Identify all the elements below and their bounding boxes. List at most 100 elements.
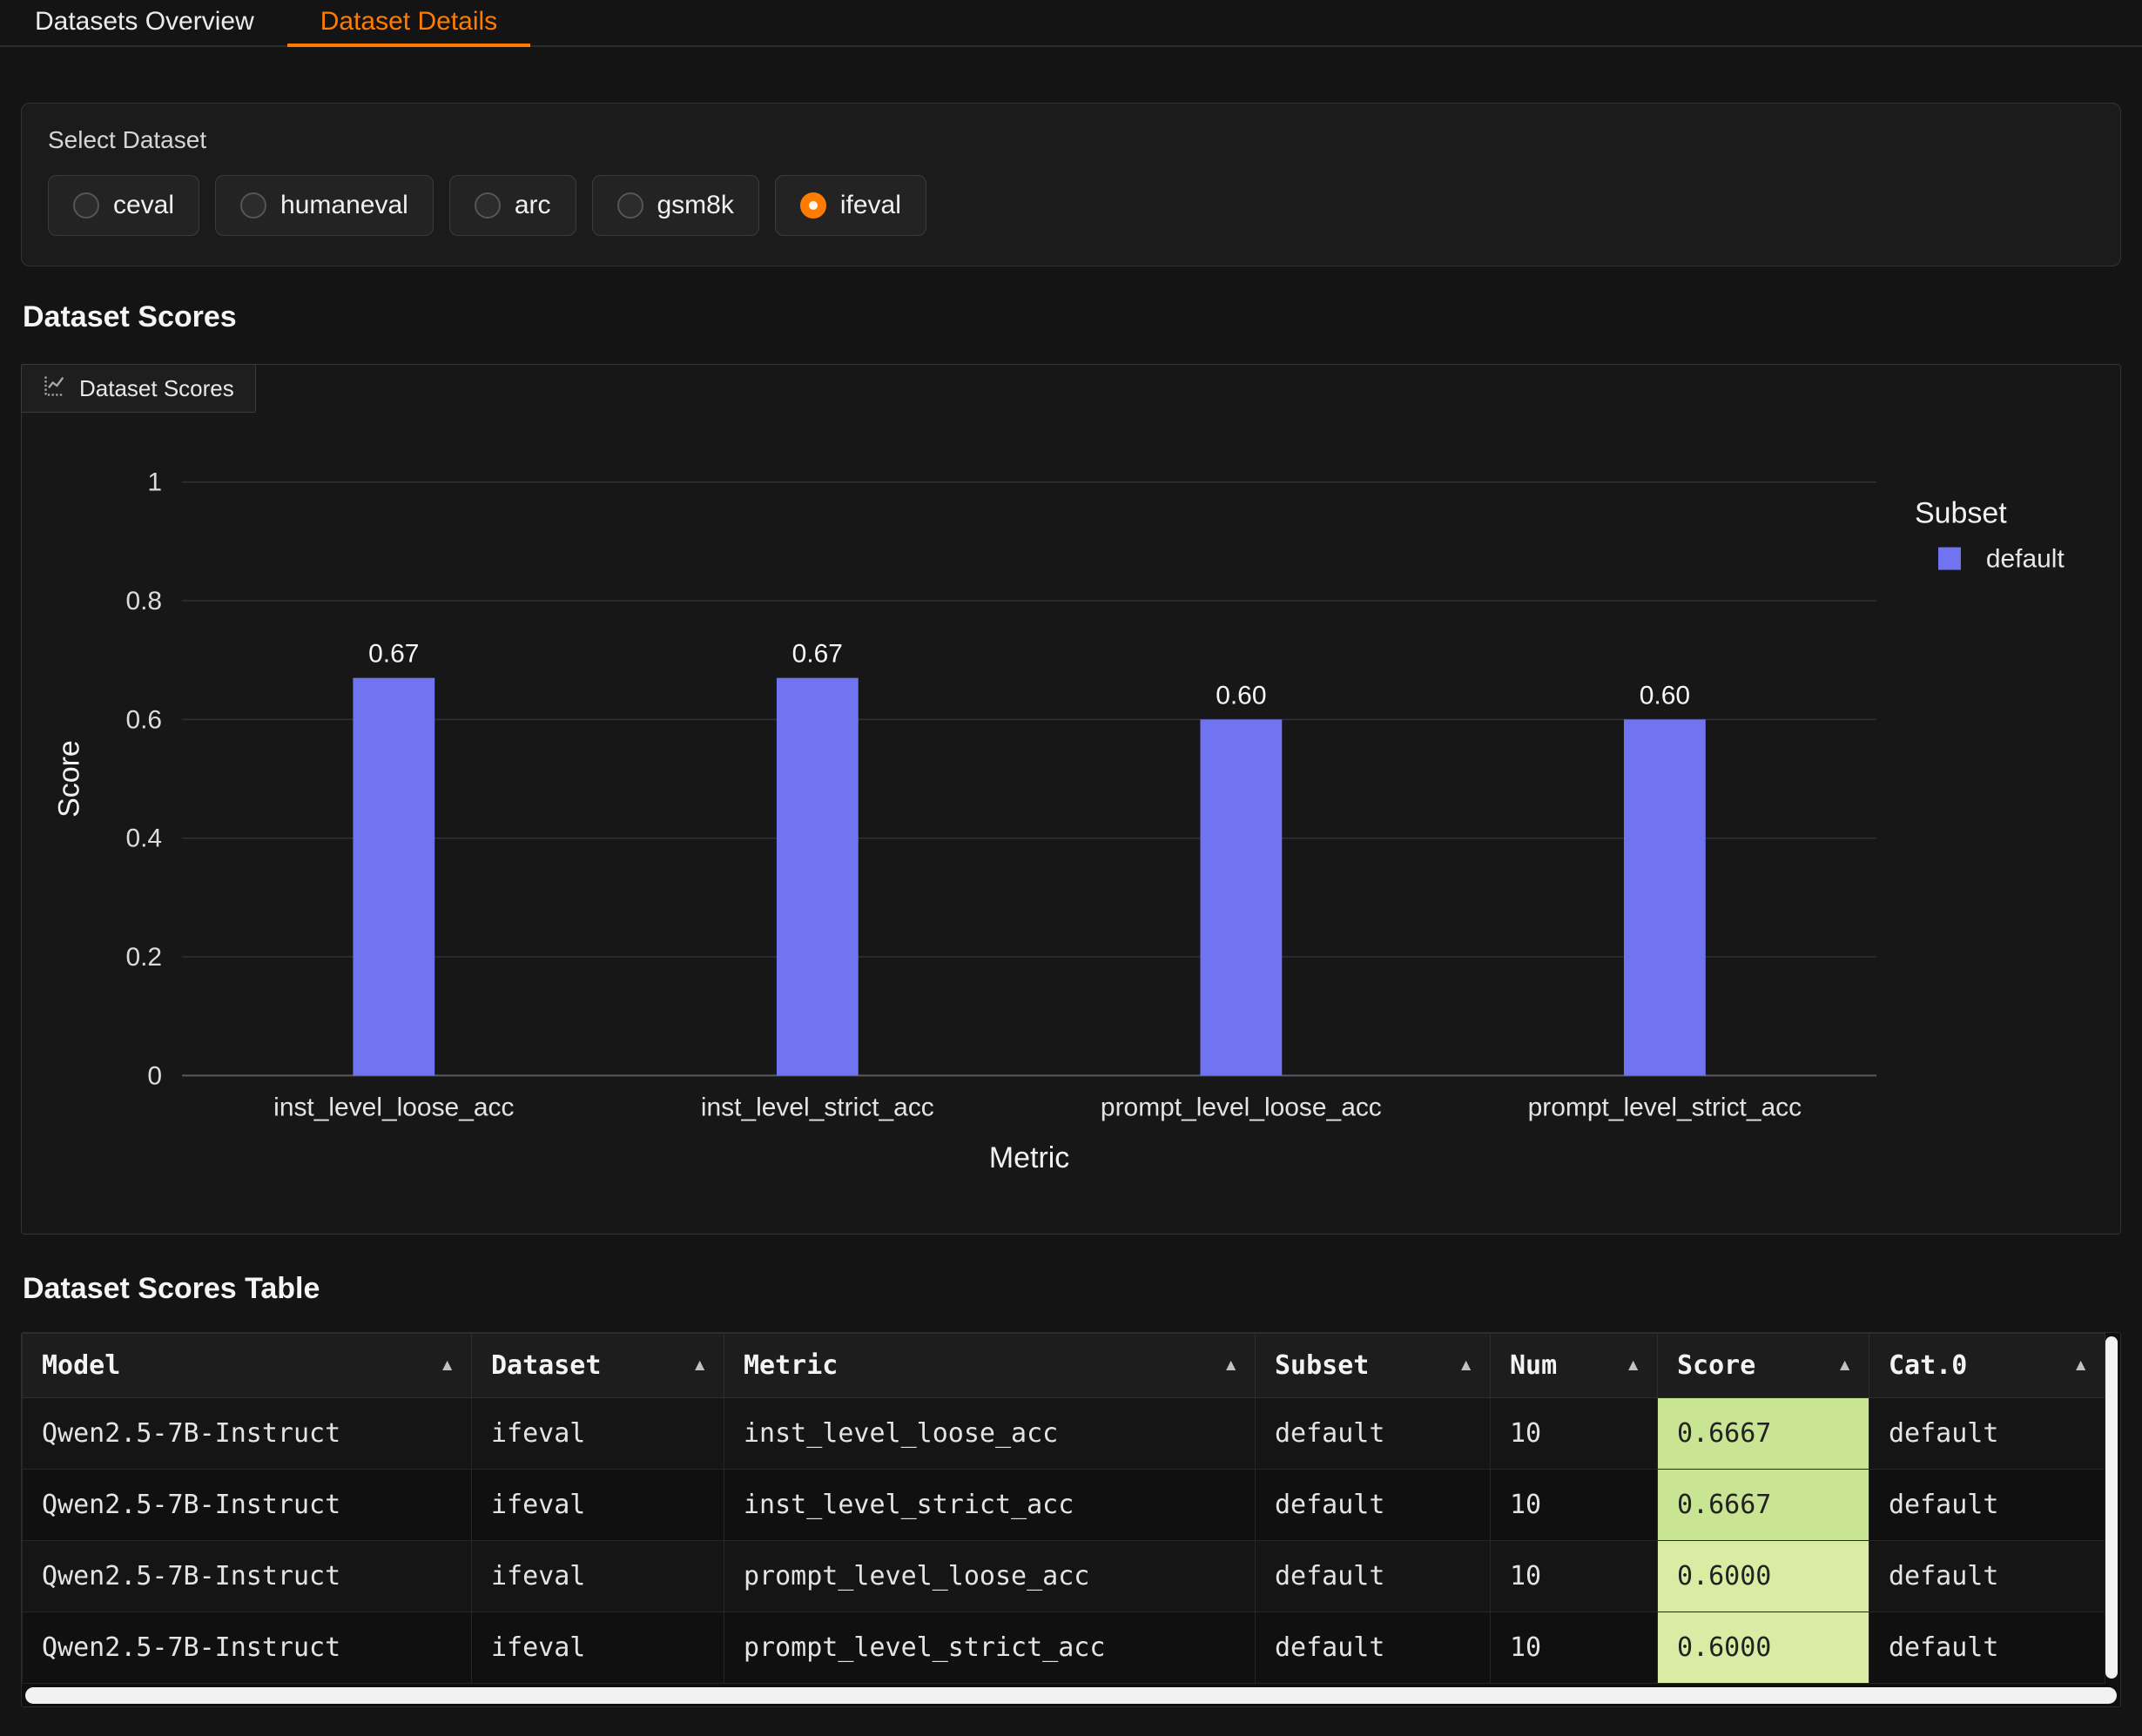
svg-text:Metric: Metric	[989, 1141, 1069, 1174]
svg-text:0: 0	[147, 1061, 162, 1090]
svg-text:0.2: 0.2	[125, 943, 162, 972]
cell-model: Qwen2.5-7B-Instruct	[23, 1470, 472, 1541]
column-header-label: Dataset	[491, 1350, 601, 1381]
column-header-cat-0[interactable]: Cat.0 ▲	[1869, 1334, 2105, 1398]
dataset-scores-table-heading: Dataset Scores Table	[23, 1271, 2142, 1306]
radio-unselected-icon	[475, 192, 501, 219]
select-dataset-label: Select Dataset	[48, 126, 2094, 154]
column-header-score[interactable]: Score ▲	[1658, 1334, 1869, 1398]
table-row: Qwen2.5-7B-Instructifevalinst_level_loos…	[23, 1398, 2105, 1470]
sort-icon: ▲	[1625, 1356, 1641, 1376]
cell-dataset: ifeval	[472, 1398, 724, 1470]
radio-unselected-icon	[240, 192, 266, 219]
radio-option-label: ifeval	[840, 191, 901, 220]
cell-dataset: ifeval	[472, 1612, 724, 1684]
sort-icon: ▲	[1223, 1356, 1239, 1376]
vertical-scrollbar[interactable]	[2105, 1336, 2118, 1679]
chart-panel-tab-label: Dataset Scores	[79, 375, 234, 402]
svg-text:inst_level_loose_acc: inst_level_loose_acc	[273, 1093, 514, 1121]
radio-unselected-icon	[73, 192, 99, 219]
cell-num: 10	[1491, 1470, 1658, 1541]
cell-num: 10	[1491, 1541, 1658, 1612]
radio-selected-icon	[800, 192, 826, 219]
cell-metric: prompt_level_loose_acc	[724, 1541, 1256, 1612]
svg-text:1: 1	[147, 468, 162, 497]
cell-dataset: ifeval	[472, 1470, 724, 1541]
chart-panel: Dataset Scores 0 0.2 0.4 0.6 0.8 1 0.67 inst_le…	[21, 364, 2121, 1235]
radio-unselected-icon	[617, 192, 643, 219]
column-header-label: Subset	[1275, 1350, 1369, 1381]
cell-metric: inst_level_strict_acc	[724, 1470, 1256, 1541]
cell-subset: default	[1256, 1470, 1491, 1541]
cell-model: Qwen2.5-7B-Instruct	[23, 1612, 472, 1684]
svg-text:inst_level_strict_acc: inst_level_strict_acc	[701, 1093, 934, 1121]
radio-option-arc[interactable]: arc	[449, 175, 576, 236]
sort-icon: ▲	[1458, 1356, 1474, 1376]
radio-option-label: gsm8k	[657, 191, 734, 220]
cell-metric: inst_level_loose_acc	[724, 1398, 1256, 1470]
cell-num: 10	[1491, 1612, 1658, 1684]
scores-table-wrap: Model▲Dataset▲Metric▲Subset▲Num▲Score▲Ca…	[21, 1332, 2121, 1707]
sort-icon: ▲	[1836, 1356, 1853, 1376]
cell-cat-0: default	[1869, 1541, 2105, 1612]
tab-bar: Datasets Overview Dataset Details	[0, 0, 2142, 47]
cell-num: 10	[1491, 1398, 1658, 1470]
cell-cat-0: default	[1869, 1470, 2105, 1541]
cell-subset: default	[1256, 1541, 1491, 1612]
column-header-label: Model	[42, 1350, 120, 1381]
table-row: Qwen2.5-7B-Instructifevalinst_level_stri…	[23, 1470, 2105, 1541]
page: Datasets Overview Dataset Details Select…	[0, 0, 2142, 1707]
radio-option-label: humaneval	[280, 191, 408, 220]
svg-text:prompt_level_strict_acc: prompt_level_strict_acc	[1528, 1093, 1802, 1121]
cell-model: Qwen2.5-7B-Instruct	[23, 1398, 472, 1470]
column-header-subset[interactable]: Subset ▲	[1256, 1334, 1491, 1398]
cell-score: 0.6667	[1658, 1470, 1869, 1541]
cell-dataset: ifeval	[472, 1541, 724, 1612]
radio-option-humaneval[interactable]: humaneval	[215, 175, 434, 236]
scores-bar-chart[interactable]: 0 0.2 0.4 0.6 0.8 1 0.67 inst_level_loose_acc 0.…	[22, 365, 2120, 1234]
svg-text:0.8: 0.8	[125, 587, 162, 616]
horizontal-scrollbar[interactable]	[25, 1687, 2117, 1704]
svg-text:Score: Score	[52, 740, 85, 818]
cell-score: 0.6000	[1658, 1541, 1869, 1612]
svg-text:0.67: 0.67	[792, 640, 843, 669]
cell-score: 0.6000	[1658, 1612, 1869, 1684]
chart-panel-tab[interactable]: Dataset Scores	[21, 364, 256, 413]
radio-option-ifeval[interactable]: ifeval	[775, 175, 926, 236]
radio-option-ceval[interactable]: ceval	[48, 175, 199, 236]
column-header-label: Score	[1677, 1350, 1755, 1381]
cell-metric: prompt_level_strict_acc	[724, 1612, 1256, 1684]
svg-text:0.6: 0.6	[125, 705, 162, 734]
cell-cat-0: default	[1869, 1612, 2105, 1684]
tab-datasets-overview[interactable]: Datasets Overview	[2, 0, 287, 47]
svg-text:default: default	[1986, 545, 2065, 574]
radio-option-label: ceval	[113, 191, 174, 220]
select-dataset-panel: Select Dataset ceval humaneval arc gsm8k ife…	[21, 103, 2121, 266]
column-header-label: Cat.0	[1889, 1350, 1967, 1381]
svg-text:0.4: 0.4	[125, 824, 162, 853]
tab-dataset-details[interactable]: Dataset Details	[287, 0, 530, 47]
svg-text:prompt_level_loose_acc: prompt_level_loose_acc	[1101, 1093, 1382, 1121]
column-header-model[interactable]: Model▲	[23, 1334, 472, 1398]
svg-text:0.67: 0.67	[368, 640, 419, 669]
scores-table: Model▲Dataset▲Metric▲Subset▲Num▲Score▲Ca…	[22, 1333, 2105, 1684]
column-header-num[interactable]: Num▲	[1491, 1334, 1658, 1398]
radio-option-label: arc	[515, 191, 551, 220]
table-row: Qwen2.5-7B-Instructifevalprompt_level_st…	[23, 1612, 2105, 1684]
cell-score: 0.6667	[1658, 1398, 1869, 1470]
sort-icon: ▲	[691, 1356, 708, 1376]
column-header-label: Metric	[744, 1350, 838, 1381]
column-header-dataset[interactable]: Dataset ▲	[472, 1334, 724, 1398]
cell-subset: default	[1256, 1398, 1491, 1470]
svg-text:Subset: Subset	[1915, 497, 2007, 530]
sort-icon: ▲	[2072, 1356, 2089, 1376]
cell-subset: default	[1256, 1612, 1491, 1684]
dataset-scores-heading: Dataset Scores	[23, 299, 2142, 334]
cell-cat-0: default	[1869, 1398, 2105, 1470]
column-header-metric[interactable]: Metric ▲	[724, 1334, 1256, 1398]
table-row: Qwen2.5-7B-Instructifevalprompt_level_lo…	[23, 1541, 2105, 1612]
svg-text:0.60: 0.60	[1640, 681, 1690, 710]
svg-text:0.60: 0.60	[1216, 681, 1266, 710]
dataset-radio-group: ceval humaneval arc gsm8k ifeval	[48, 175, 2094, 236]
radio-option-gsm8k[interactable]: gsm8k	[592, 175, 759, 236]
